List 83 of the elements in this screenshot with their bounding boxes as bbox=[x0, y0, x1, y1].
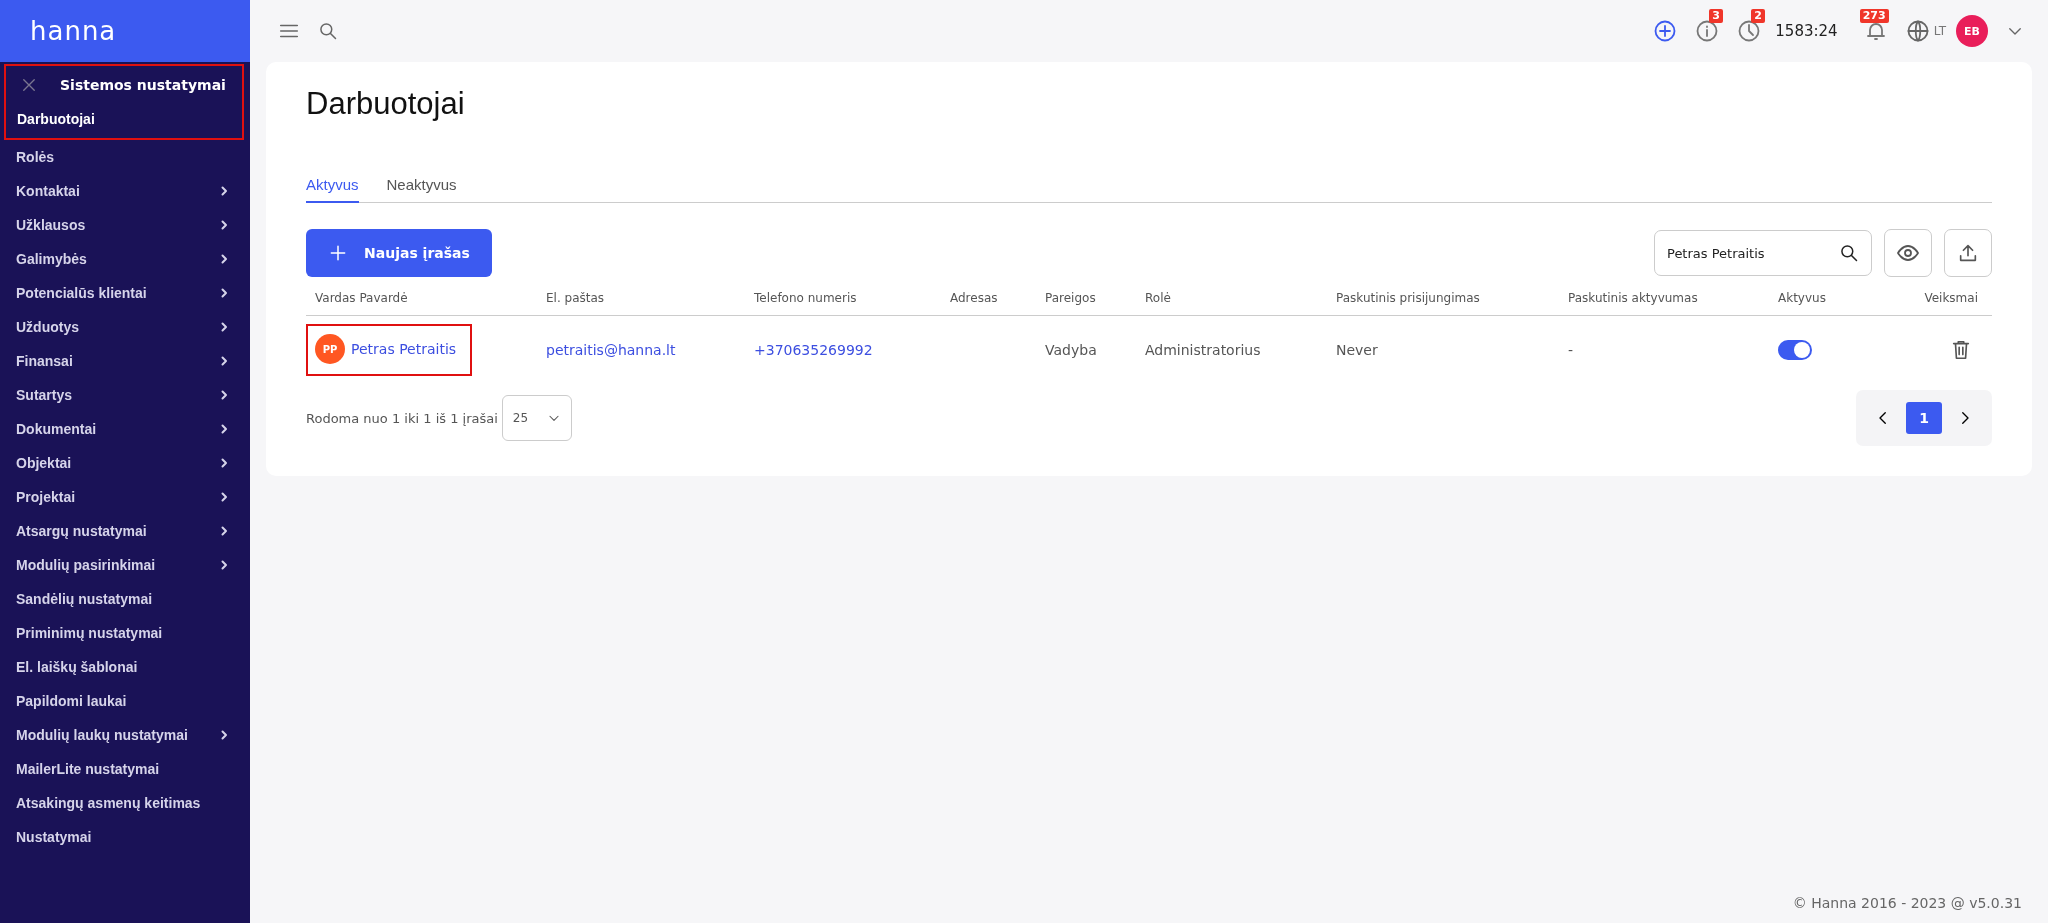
column-header: Aktyvus bbox=[1769, 291, 1900, 316]
chevron-right-icon bbox=[218, 355, 230, 367]
column-header: Pareigos bbox=[1036, 291, 1136, 316]
clock-icon bbox=[1737, 19, 1762, 43]
column-header: El. paštas bbox=[537, 291, 745, 316]
notification-badge: 273 bbox=[1859, 9, 1889, 23]
search-icon bbox=[318, 21, 338, 41]
globe-icon bbox=[1905, 19, 1930, 43]
sidebar-item[interactable]: Rolės bbox=[0, 140, 250, 174]
column-header: Vardas Pavardė bbox=[306, 291, 537, 316]
new-entry-button[interactable]: Naujas įrašas bbox=[306, 229, 492, 277]
user-avatar: PP bbox=[315, 334, 345, 364]
sidebar-item[interactable]: Objektai bbox=[0, 446, 250, 480]
chevron-right-icon bbox=[218, 389, 230, 401]
table-cell: Vadyba bbox=[1045, 342, 1097, 358]
chevron-right-icon bbox=[218, 321, 230, 333]
chevron-right-icon bbox=[218, 287, 230, 299]
page-title: Darbuotojai bbox=[306, 86, 466, 122]
sidebar-item[interactable]: El. laiškų šablonai bbox=[0, 650, 250, 684]
sidebar-item[interactable]: Modulių laukų nustatymai bbox=[0, 718, 250, 752]
employee-link[interactable]: Petras Petraitis bbox=[351, 341, 457, 357]
chevron-right-icon bbox=[218, 219, 230, 231]
info-icon bbox=[1695, 19, 1720, 43]
plus-icon bbox=[328, 243, 348, 263]
chevron-right-icon bbox=[218, 525, 230, 537]
sidebar-item[interactable]: Sutartys bbox=[0, 378, 250, 412]
sidebar-item[interactable]: Atsargų nustatymai bbox=[0, 514, 250, 548]
search-field[interactable]: Petras Petraitis bbox=[1654, 230, 1872, 276]
column-header: Veiksmai bbox=[1900, 291, 1992, 316]
copyright-text: © Hanna 2016 - 2023 @ v5.0.31 bbox=[1792, 895, 2023, 913]
chevron-right-icon bbox=[218, 457, 230, 469]
sidebar-item[interactable]: Sandėlių nustatymai bbox=[0, 582, 250, 616]
sidebar-item[interactable]: Modulių pasirinkimai bbox=[0, 548, 250, 582]
logo[interactable]: hanna bbox=[30, 16, 117, 46]
sidebar-item[interactable]: Projektai bbox=[0, 480, 250, 514]
tab[interactable]: Neaktyvus bbox=[386, 176, 457, 203]
tab[interactable]: Aktyvus bbox=[306, 176, 359, 203]
column-header: Paskutinis aktyvumas bbox=[1559, 291, 1769, 316]
chevron-right-icon bbox=[218, 423, 230, 435]
table-cell: Administratorius bbox=[1145, 342, 1261, 358]
chevron-right-icon bbox=[218, 185, 230, 197]
table-cell: Never bbox=[1336, 342, 1378, 358]
notification-badge: 3 bbox=[1709, 9, 1723, 23]
close-icon bbox=[20, 76, 38, 94]
chevron-right-icon bbox=[218, 559, 230, 571]
sidebar-item[interactable]: Užklausos bbox=[0, 208, 250, 242]
column-header: Rolė bbox=[1136, 291, 1327, 316]
table-cell: - bbox=[1568, 342, 1574, 358]
sidebar-item[interactable]: Dokumentai bbox=[0, 412, 250, 446]
active-toggle[interactable] bbox=[1778, 340, 1812, 360]
upload-icon bbox=[1957, 242, 1979, 264]
sidebar-item[interactable]: Galimybės bbox=[0, 242, 250, 276]
column-header: Adresas bbox=[941, 291, 1036, 316]
sidebar-item[interactable]: Potencialūs klientai bbox=[0, 276, 250, 310]
sidebar-item[interactable]: Atsakingų asmenų keitimas bbox=[0, 786, 250, 820]
sidebar-item[interactable]: Kontaktai bbox=[0, 174, 250, 208]
sidebar-item[interactable]: Papildomi laukai bbox=[0, 684, 250, 718]
search-icon bbox=[1839, 243, 1859, 263]
export-button[interactable] bbox=[1944, 229, 1992, 277]
section-title: Sistemos nustatymai bbox=[60, 77, 226, 93]
delete-icon bbox=[1950, 339, 1972, 361]
notification-badge: 2 bbox=[1751, 9, 1765, 23]
language-selector[interactable]: LT bbox=[1933, 24, 1946, 38]
add-icon bbox=[1653, 19, 1678, 43]
column-header: Paskutinis prisijungimas bbox=[1327, 291, 1559, 316]
sidebar-item[interactable]: MailerLite nustatymai bbox=[0, 752, 250, 786]
chevron-right-icon bbox=[218, 491, 230, 503]
chevron-right-icon bbox=[218, 729, 230, 741]
email-link[interactable]: petraitis@hanna.lt bbox=[546, 342, 676, 358]
timer-text: 1583:24 bbox=[1775, 22, 1838, 40]
sidebar-item[interactable]: Užduotys bbox=[0, 310, 250, 344]
phone-link[interactable]: +370635269992 bbox=[754, 342, 873, 358]
user-avatar[interactable]: EB bbox=[1956, 15, 1988, 47]
sidebar-item[interactable]: Nustatymai bbox=[0, 820, 250, 854]
sidebar-item[interactable]: Priminimų nustatymai bbox=[0, 616, 250, 650]
results-summary: Rodoma nuo 1 iki 1 iš 1 įrašai bbox=[306, 410, 498, 426]
page-size-select[interactable]: 25 bbox=[501, 395, 572, 441]
column-header: Telefono numeris bbox=[745, 291, 941, 316]
sidebar-item[interactable]: Finansai bbox=[0, 344, 250, 378]
visibility-button[interactable] bbox=[1884, 229, 1932, 277]
sidebar-item[interactable]: Darbuotojai bbox=[6, 102, 242, 136]
chevron-right-icon bbox=[218, 253, 230, 265]
page-button[interactable]: 1 bbox=[1906, 402, 1942, 434]
